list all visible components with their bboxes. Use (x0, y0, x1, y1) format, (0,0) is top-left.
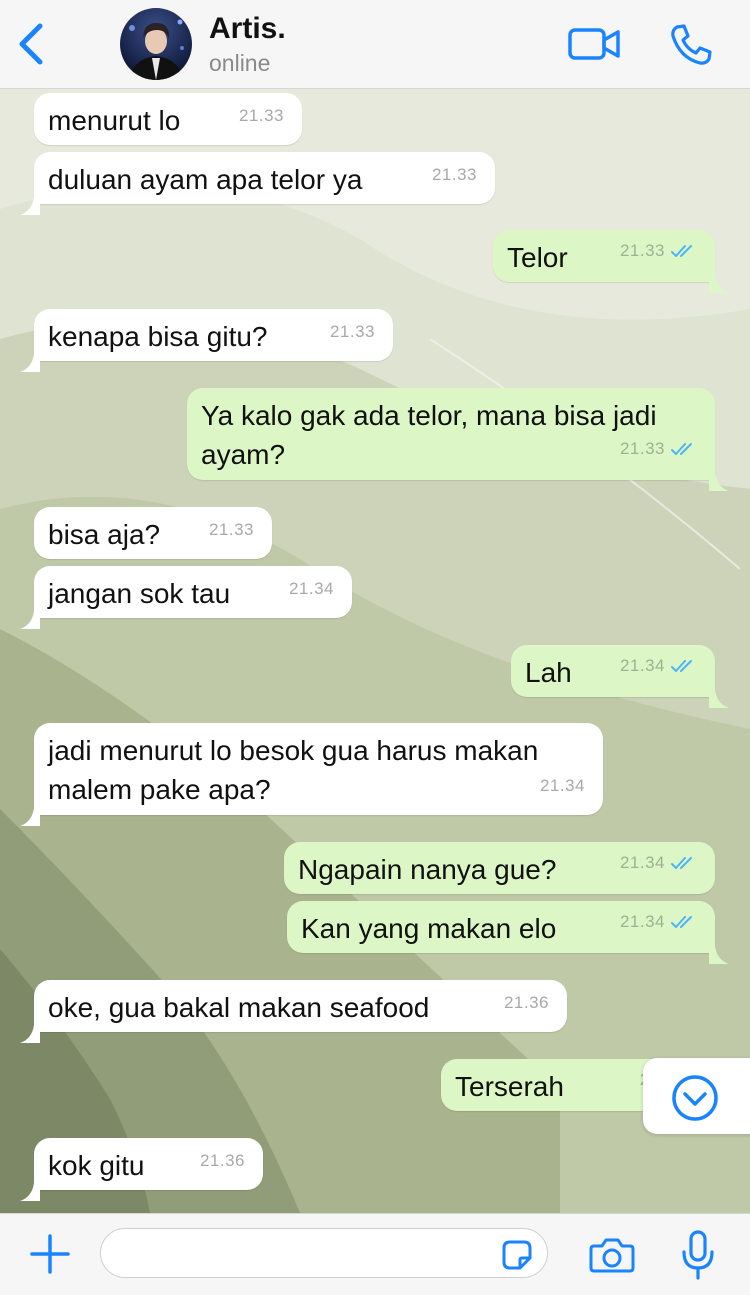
message-meta: 21.34 (620, 902, 697, 943)
contact-status: online (209, 50, 271, 76)
chevron-left-icon (19, 23, 43, 65)
message-meta: 21.34 (620, 646, 697, 687)
outgoing-message[interactable]: Kan yang makan elo 21.34 (287, 901, 729, 964)
read-receipt-icon (671, 233, 697, 272)
video-call-button[interactable] (566, 24, 622, 64)
message-time: 21.34 (539, 776, 585, 795)
message-time: 21.33 (619, 439, 665, 458)
outgoing-message[interactable]: Ya kalo gak ada telor, mana bisa jadi ay… (187, 388, 729, 491)
message-text: duluan ayam apa telor ya (48, 164, 363, 195)
incoming-message[interactable]: kok gitu 21.36 (20, 1138, 263, 1201)
avatar[interactable] (120, 8, 192, 80)
message-input[interactable] (100, 1228, 548, 1278)
attach-button[interactable] (28, 1232, 72, 1276)
read-receipt-icon (671, 904, 697, 943)
incoming-message[interactable]: jadi menurut lo besok gua harus makan ma… (20, 723, 603, 826)
bubble-tail (709, 264, 729, 293)
chevron-down-circle-icon (672, 1075, 718, 1121)
message-time: 21.36 (199, 1151, 245, 1170)
contact-name[interactable]: Artis. (209, 12, 286, 46)
bubble-tail (20, 1014, 40, 1043)
message-meta: 21.36 (504, 983, 549, 1022)
plus-icon (30, 1234, 70, 1274)
message-meta: 21.33 (432, 155, 477, 194)
message-time: 21.34 (619, 853, 665, 872)
camera-icon (589, 1238, 635, 1273)
bubble-tail (709, 679, 729, 708)
message-time: 21.34 (619, 656, 665, 675)
message-meta: 21.33 (209, 510, 254, 549)
phone-icon (671, 24, 712, 65)
message-meta: 21.34 (289, 569, 334, 608)
message-time: 21.36 (503, 993, 549, 1012)
read-receipt-icon (671, 431, 697, 470)
incoming-message[interactable]: duluan ayam apa telor ya 21.33 (20, 152, 495, 215)
outgoing-message[interactable]: Ngapain nanya gue? 21.34 (284, 842, 715, 894)
message-meta: 21.33 (330, 312, 375, 351)
outgoing-message[interactable]: Lah 21.34 (511, 645, 729, 708)
bubble-tail (709, 935, 729, 964)
composer-bar (0, 1213, 750, 1295)
incoming-message[interactable]: menurut lo 21.33 (34, 93, 302, 145)
message-meta: 21.33 (620, 231, 697, 272)
message-text: jadi menurut lo besok gua harus makan ma… (48, 735, 539, 805)
microphone-icon (682, 1230, 714, 1280)
message-time: 21.33 (238, 106, 284, 125)
message-time: 21.34 (288, 579, 334, 598)
incoming-message[interactable]: bisa aja? 21.33 (34, 507, 272, 559)
voice-call-button[interactable] (668, 22, 714, 68)
bubble-tail (709, 462, 729, 491)
message-time: 21.33 (208, 520, 254, 539)
message-meta: 21.33 (620, 429, 697, 470)
message-time: 21.33 (329, 322, 375, 341)
sticker-button[interactable] (500, 1238, 534, 1272)
chat-header: Artis. online (0, 0, 750, 89)
sticker-icon (502, 1240, 532, 1270)
microphone-button[interactable] (680, 1228, 716, 1282)
read-receipt-icon (671, 845, 697, 884)
message-meta: 21.33 (239, 96, 284, 135)
chat-area[interactable]: menurut lo 21.33 duluan ayam apa telor ya 2… (0, 89, 750, 1213)
video-camera-icon (568, 28, 620, 60)
message-meta: 21.36 (200, 1141, 245, 1180)
scroll-to-bottom-button[interactable] (643, 1058, 750, 1134)
message-meta: 21.34 (540, 766, 585, 805)
bubble-tail (20, 600, 40, 629)
bubble-tail (20, 797, 40, 826)
incoming-message[interactable]: kenapa bisa gitu? 21.33 (20, 309, 393, 372)
read-receipt-icon (671, 648, 697, 687)
message-time: 21.33 (431, 165, 477, 184)
message-time: 21.34 (619, 912, 665, 931)
bubble-tail (20, 343, 40, 372)
message-meta: 21.34 (620, 843, 697, 884)
incoming-message[interactable]: oke, gua bakal makan seafood 21.36 (20, 980, 567, 1043)
bubble-tail (20, 186, 40, 215)
outgoing-message[interactable]: Telor 21.33 (493, 230, 729, 293)
message-time: 21.33 (619, 241, 665, 260)
back-button[interactable] (12, 20, 52, 68)
camera-button[interactable] (588, 1234, 636, 1276)
incoming-message[interactable]: jangan sok tau 21.34 (20, 566, 352, 629)
message-text: oke, gua bakal makan seafood (48, 992, 430, 1023)
bubble-tail (20, 1172, 40, 1201)
